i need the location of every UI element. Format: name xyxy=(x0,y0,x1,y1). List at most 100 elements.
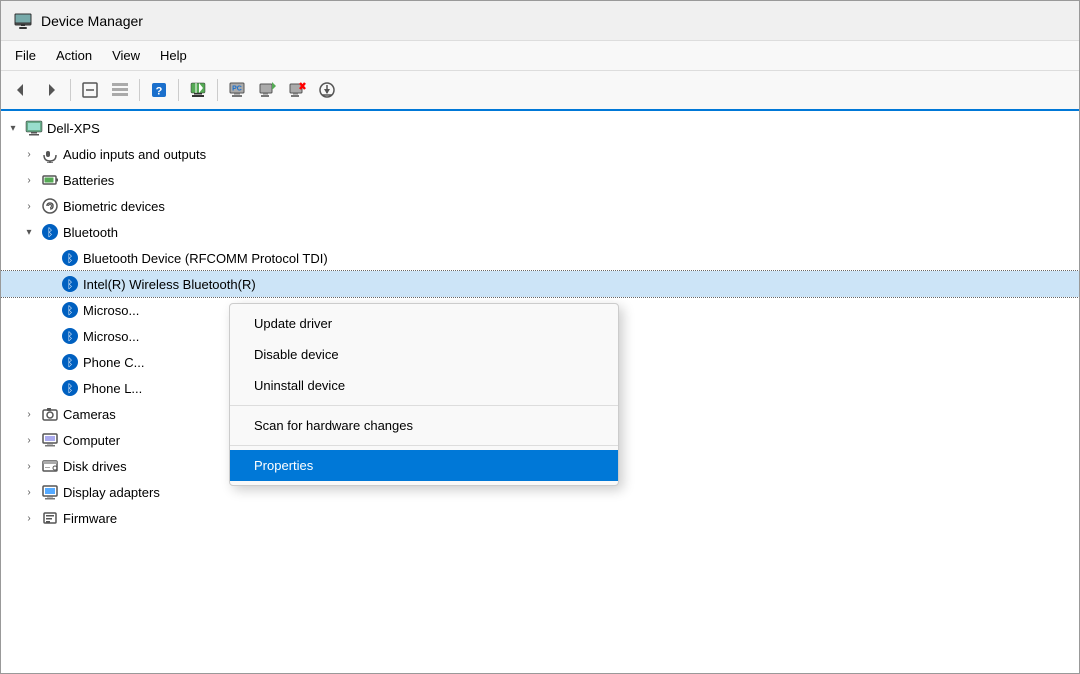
expander-display[interactable]: › xyxy=(21,484,37,500)
ctx-sep-1 xyxy=(230,405,618,406)
menu-action[interactable]: Action xyxy=(46,44,102,67)
svg-text:ᛒ: ᛒ xyxy=(47,227,54,239)
ctx-update-driver[interactable]: Update driver xyxy=(230,308,618,339)
download-icon xyxy=(318,81,336,99)
expander-bt3 xyxy=(41,302,57,318)
tree-item-bt6-label: Phone L... xyxy=(83,381,142,396)
biometric-icon xyxy=(41,197,59,215)
menu-help[interactable]: Help xyxy=(150,44,197,67)
tree-content: ▾ Dell-XPS › A xyxy=(1,111,1079,673)
toggle-button[interactable] xyxy=(76,76,104,104)
expander-computer[interactable]: › xyxy=(21,432,37,448)
add-device-icon xyxy=(258,81,276,99)
computer-icon2 xyxy=(41,431,59,449)
bt1-icon: ᛒ xyxy=(61,249,79,267)
expander-audio[interactable]: › xyxy=(21,146,37,162)
bluetooth-parent-icon: ᛒ xyxy=(41,223,59,241)
tree-item-disk-label: Disk drives xyxy=(63,459,127,474)
tree-item-batteries-label: Batteries xyxy=(63,173,114,188)
forward-icon xyxy=(42,81,60,99)
computer-icon xyxy=(25,119,43,137)
expander-bt2 xyxy=(41,276,57,292)
tree-item-bluetooth[interactable]: ▾ ᛒ Bluetooth xyxy=(1,219,1079,245)
list-button[interactable] xyxy=(106,76,134,104)
tree-item-cameras-label: Cameras xyxy=(63,407,116,422)
device-manager-window: Device Manager File Action View Help xyxy=(0,0,1080,674)
expander-biometric[interactable]: › xyxy=(21,198,37,214)
menu-bar: File Action View Help xyxy=(1,41,1079,71)
bt6-icon: ᛒ xyxy=(61,379,79,397)
expander-bt5 xyxy=(41,354,57,370)
ctx-properties[interactable]: Properties xyxy=(230,450,618,481)
expander-bluetooth[interactable]: ▾ xyxy=(21,224,37,240)
run-icon xyxy=(189,81,207,99)
tree-item-biometric[interactable]: › Biometric devices xyxy=(1,193,1079,219)
tree-item-firmware-label: Firmware xyxy=(63,511,117,526)
bt5-icon: ᛒ xyxy=(61,353,79,371)
remove-device-button[interactable] xyxy=(283,76,311,104)
ctx-scan-changes[interactable]: Scan for hardware changes xyxy=(230,410,618,441)
expander-bt4 xyxy=(41,328,57,344)
tree-item-bt3-label: Microso... xyxy=(83,303,139,318)
toggle-icon xyxy=(81,81,99,99)
expander-batteries[interactable]: › xyxy=(21,172,37,188)
svg-text:ᛒ: ᛒ xyxy=(67,305,74,317)
list-icon xyxy=(111,81,129,99)
svg-text:ᛒ: ᛒ xyxy=(67,331,74,343)
toolbar-sep-4 xyxy=(217,79,218,101)
scan-button[interactable]: PC xyxy=(223,76,251,104)
battery-icon xyxy=(41,171,59,189)
context-menu: Update driver Disable device Uninstall d… xyxy=(229,303,619,486)
tree-item-biometric-label: Biometric devices xyxy=(63,199,165,214)
menu-file[interactable]: File xyxy=(5,44,46,67)
add-device-button[interactable] xyxy=(253,76,281,104)
tree-item-batteries[interactable]: › Batteries xyxy=(1,167,1079,193)
toolbar-sep-1 xyxy=(70,79,71,101)
expander-bt6 xyxy=(41,380,57,396)
menu-view[interactable]: View xyxy=(102,44,150,67)
expander-root[interactable]: ▾ xyxy=(5,120,21,136)
expander-bt1 xyxy=(41,250,57,266)
ctx-disable-device[interactable]: Disable device xyxy=(230,339,618,370)
svg-text:PC: PC xyxy=(232,86,242,93)
svg-text:ᛒ: ᛒ xyxy=(67,383,74,395)
display-icon xyxy=(41,483,59,501)
back-button[interactable] xyxy=(7,76,35,104)
firmware-icon xyxy=(41,509,59,527)
app-icon xyxy=(13,11,33,31)
bt3-icon: ᛒ xyxy=(61,301,79,319)
bt2-icon: ᛒ xyxy=(61,275,79,293)
tree-item-bluetooth-label: Bluetooth xyxy=(63,225,118,240)
remove-device-icon xyxy=(288,81,306,99)
expander-disk[interactable]: › xyxy=(21,458,37,474)
back-icon xyxy=(12,81,30,99)
tree-item-bt1[interactable]: ᛒ Bluetooth Device (RFCOMM Protocol TDI) xyxy=(1,245,1079,271)
camera-icon xyxy=(41,405,59,423)
tree-item-display-label: Display adapters xyxy=(63,485,160,500)
tree-item-audio-label: Audio inputs and outputs xyxy=(63,147,206,162)
title-bar-text: Device Manager xyxy=(41,13,143,29)
toolbar-sep-3 xyxy=(178,79,179,101)
expander-firmware[interactable]: › xyxy=(21,510,37,526)
download-button[interactable] xyxy=(313,76,341,104)
tree-item-bt2-label: Intel(R) Wireless Bluetooth(R) xyxy=(83,277,256,292)
audio-icon xyxy=(41,145,59,163)
tree-item-audio[interactable]: › Audio inputs and outputs xyxy=(1,141,1079,167)
tree-item-bt1-label: Bluetooth Device (RFCOMM Protocol TDI) xyxy=(83,251,328,266)
tree-item-computer-label: Computer xyxy=(63,433,120,448)
run-button[interactable] xyxy=(184,76,212,104)
tree-item-firmware[interactable]: › Firmware xyxy=(1,505,1079,531)
forward-button[interactable] xyxy=(37,76,65,104)
tree-item-bt5-label: Phone C... xyxy=(83,355,144,370)
svg-text:ᛒ: ᛒ xyxy=(67,279,74,291)
toolbar-sep-2 xyxy=(139,79,140,101)
help-icon: ? xyxy=(150,81,168,99)
help-button[interactable]: ? xyxy=(145,76,173,104)
ctx-sep-2 xyxy=(230,445,618,446)
tree-item-bt2[interactable]: ᛒ Intel(R) Wireless Bluetooth(R) xyxy=(1,271,1079,297)
tree-item-root[interactable]: ▾ Dell-XPS xyxy=(1,115,1079,141)
expander-cameras[interactable]: › xyxy=(21,406,37,422)
ctx-uninstall-device[interactable]: Uninstall device xyxy=(230,370,618,401)
scan-icon: PC xyxy=(228,81,246,99)
bt4-icon: ᛒ xyxy=(61,327,79,345)
